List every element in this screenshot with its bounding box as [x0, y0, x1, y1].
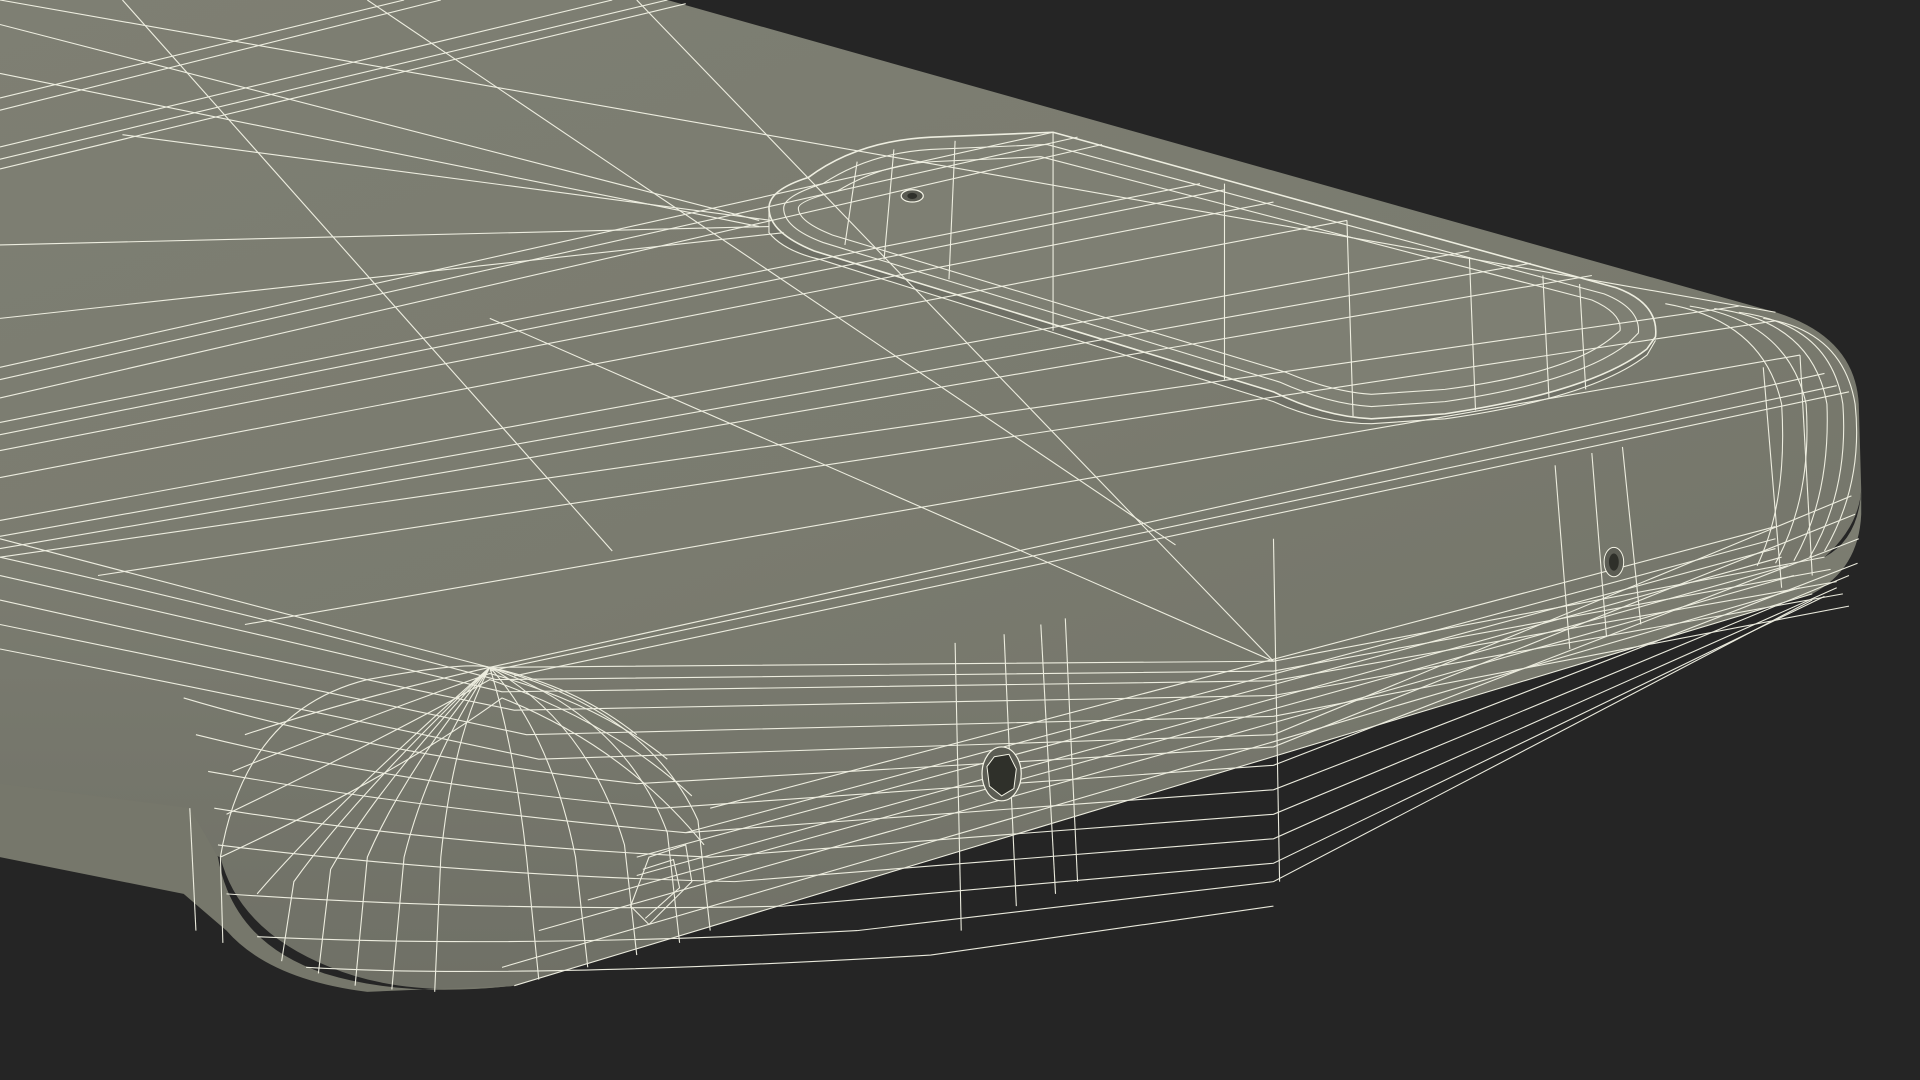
microphone-hole-right [1603, 546, 1625, 578]
microphone-hole-left [981, 746, 1022, 802]
wireframe-canvas [0, 0, 1862, 992]
render-viewport[interactable] [0, 0, 1920, 1080]
